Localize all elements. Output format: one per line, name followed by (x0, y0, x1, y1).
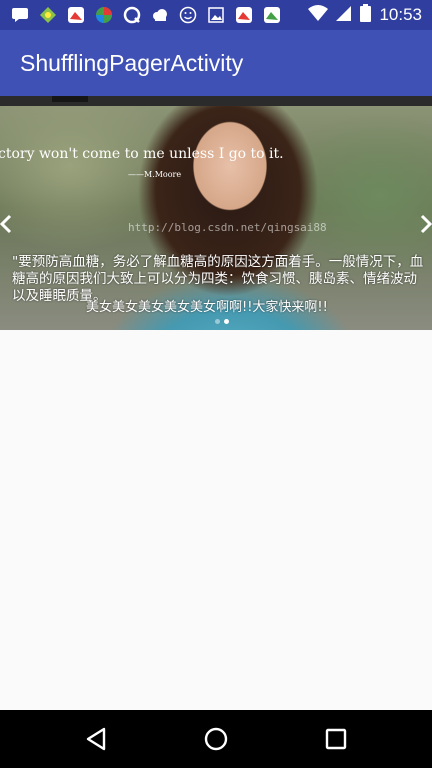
image-watermark: http://blog.csdn.net/qingsai88 (128, 221, 327, 234)
notification-icons (10, 5, 282, 25)
navigation-bar (0, 710, 432, 768)
status-bar: 10:53 (0, 0, 432, 30)
image-quote-text: ctory won't come to me unless I go to it… (0, 146, 284, 162)
page-dot[interactable] (215, 319, 220, 324)
app-icon (234, 5, 254, 25)
next-arrow-icon[interactable] (420, 214, 432, 239)
app-icon (66, 5, 86, 25)
app-bar: ShufflingPagerActivity (0, 30, 432, 96)
image-carousel[interactable]: ctory won't come to me unless I go to it… (0, 106, 432, 330)
pager-tab-strip (0, 96, 432, 106)
wifi-icon (308, 4, 329, 26)
app-icon (262, 5, 282, 25)
carousel-caption: 美女美女美女美女美女啊啊!!大家快来啊!! (86, 300, 328, 315)
image-icon (206, 5, 226, 25)
chat-icon (10, 5, 30, 25)
tab-indicator (52, 96, 88, 102)
page-indicator (215, 319, 229, 324)
cloud-icon (150, 5, 170, 25)
app-icon (94, 5, 114, 25)
battery-icon (360, 4, 372, 26)
recents-button[interactable] (321, 724, 351, 754)
system-icons: 10:53 (308, 4, 422, 26)
back-button[interactable] (81, 724, 111, 754)
page-dot-active[interactable] (224, 319, 229, 324)
home-button[interactable] (201, 724, 231, 754)
smiley-icon (178, 5, 198, 25)
app-icon (38, 5, 58, 25)
clock: 10:53 (379, 5, 422, 24)
image-quote-author: ——M.Moore (128, 170, 182, 179)
previous-arrow-icon[interactable] (0, 214, 12, 239)
q-icon (122, 5, 142, 25)
page-title: ShufflingPagerActivity (20, 50, 244, 76)
signal-icon (336, 4, 352, 26)
